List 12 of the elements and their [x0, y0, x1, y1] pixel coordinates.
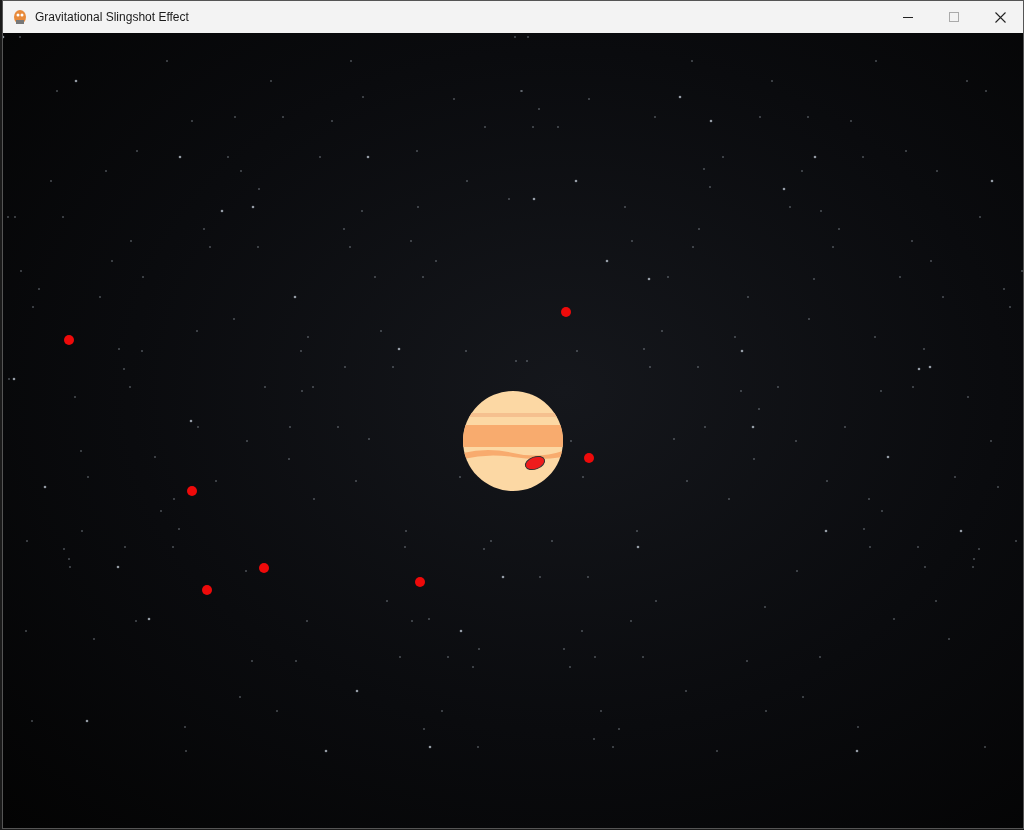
- particle-dot: [415, 577, 425, 587]
- app-icon: [13, 9, 27, 25]
- particle-dot: [64, 335, 74, 345]
- close-icon: [994, 11, 1006, 23]
- particle-dot: [202, 585, 212, 595]
- particle-dot: [187, 486, 197, 496]
- window-title: Gravitational Slingshot Effect: [35, 10, 189, 24]
- particle-dot: [259, 563, 269, 573]
- maximize-icon: [949, 12, 959, 22]
- minimize-icon: [903, 16, 913, 18]
- particle-dot: [584, 453, 594, 463]
- particle-dot: [561, 307, 571, 317]
